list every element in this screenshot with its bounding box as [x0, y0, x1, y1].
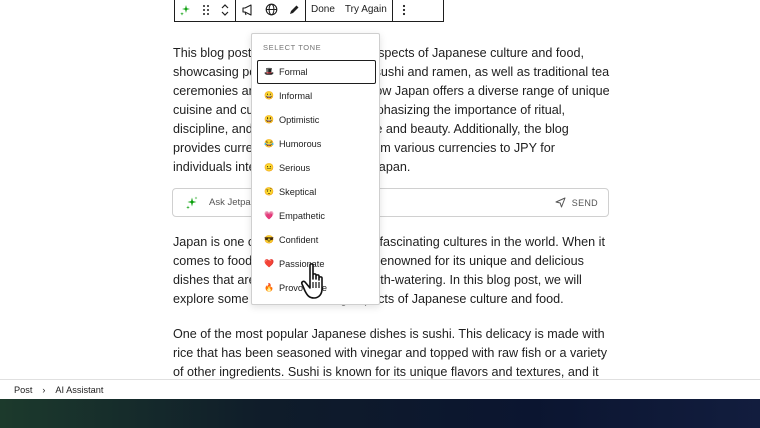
translate-globe-icon[interactable] — [260, 0, 283, 21]
tone-label: Empathetic — [279, 211, 325, 221]
send-arrow-icon — [555, 197, 566, 208]
tone-option-empathetic[interactable]: 💗 Empathetic — [257, 204, 376, 228]
laughing-face-icon: 😂 — [264, 139, 274, 148]
toolbar-actions-group: Done Try Again — [306, 0, 393, 21]
tone-label: Confident — [279, 235, 319, 245]
tone-option-optimistic[interactable]: 😃 Optimistic — [257, 108, 376, 132]
red-heart-icon: ❤️ — [264, 259, 274, 268]
toolbar-block-group — [175, 0, 236, 21]
move-up-down-icon[interactable] — [215, 0, 235, 21]
tone-option-skeptical[interactable]: 🤨 Skeptical — [257, 180, 376, 204]
send-label: SEND — [571, 197, 598, 208]
background-strip — [0, 399, 760, 428]
neutral-face-icon: 😐 — [264, 163, 274, 172]
tone-option-informal[interactable]: 😀 Informal — [257, 84, 376, 108]
toolbar-options-group — [393, 0, 415, 21]
tone-option-formal[interactable]: 🎩 Formal — [257, 60, 376, 84]
smiley-face-icon: 😃 — [264, 115, 274, 124]
tone-megaphone-icon[interactable] — [236, 0, 260, 21]
breadcrumb-post[interactable]: Post — [14, 385, 32, 395]
tone-label: Skeptical — [279, 187, 317, 197]
drag-handle-icon[interactable] — [197, 0, 215, 21]
jetpack-ai-icon — [186, 196, 198, 209]
tone-option-serious[interactable]: 😐 Serious — [257, 156, 376, 180]
done-button[interactable]: Done — [306, 0, 340, 21]
tone-label: Serious — [279, 163, 311, 173]
tone-label: Optimistic — [279, 115, 320, 125]
fire-icon: 🔥 — [264, 283, 274, 292]
paragraph-intro[interactable]: Japan is one of the most unique and fasc… — [173, 233, 613, 309]
sunglasses-face-icon: 😎 — [264, 235, 274, 244]
breadcrumb-ai-assistant[interactable]: AI Assistant — [55, 385, 103, 395]
pointer-hand-cursor-icon — [300, 263, 323, 299]
toolbar-tools-group — [236, 0, 306, 21]
paragraph-summary[interactable]: This blog post explores the various aspe… — [173, 44, 613, 177]
pink-heart-icon: 💗 — [264, 211, 274, 220]
send-button[interactable]: SEND — [555, 197, 598, 208]
grinning-face-icon: 😀 — [264, 91, 274, 100]
tone-label: Informal — [279, 91, 313, 101]
raised-eyebrow-face-icon: 🤨 — [264, 187, 274, 196]
top-hat-icon: 🎩 — [264, 67, 274, 76]
more-options-icon[interactable] — [393, 0, 415, 21]
jetpack-ai-block-icon[interactable] — [175, 0, 197, 21]
tone-option-confident[interactable]: 😎 Confident — [257, 228, 376, 252]
try-again-button[interactable]: Try Again — [340, 0, 392, 21]
block-breadcrumb: Post › AI Assistant — [0, 379, 760, 399]
tone-label: Formal — [279, 67, 308, 77]
edit-pencil-icon[interactable] — [283, 0, 305, 21]
block-toolbar: Done Try Again — [174, 0, 444, 22]
select-tone-heading: SELECT TONE — [263, 43, 322, 52]
ask-jetpack-ai-bar: SEND — [172, 188, 609, 217]
tone-option-humorous[interactable]: 😂 Humorous — [257, 132, 376, 156]
chevron-right-icon: › — [42, 384, 46, 395]
tone-label: Humorous — [279, 139, 322, 149]
